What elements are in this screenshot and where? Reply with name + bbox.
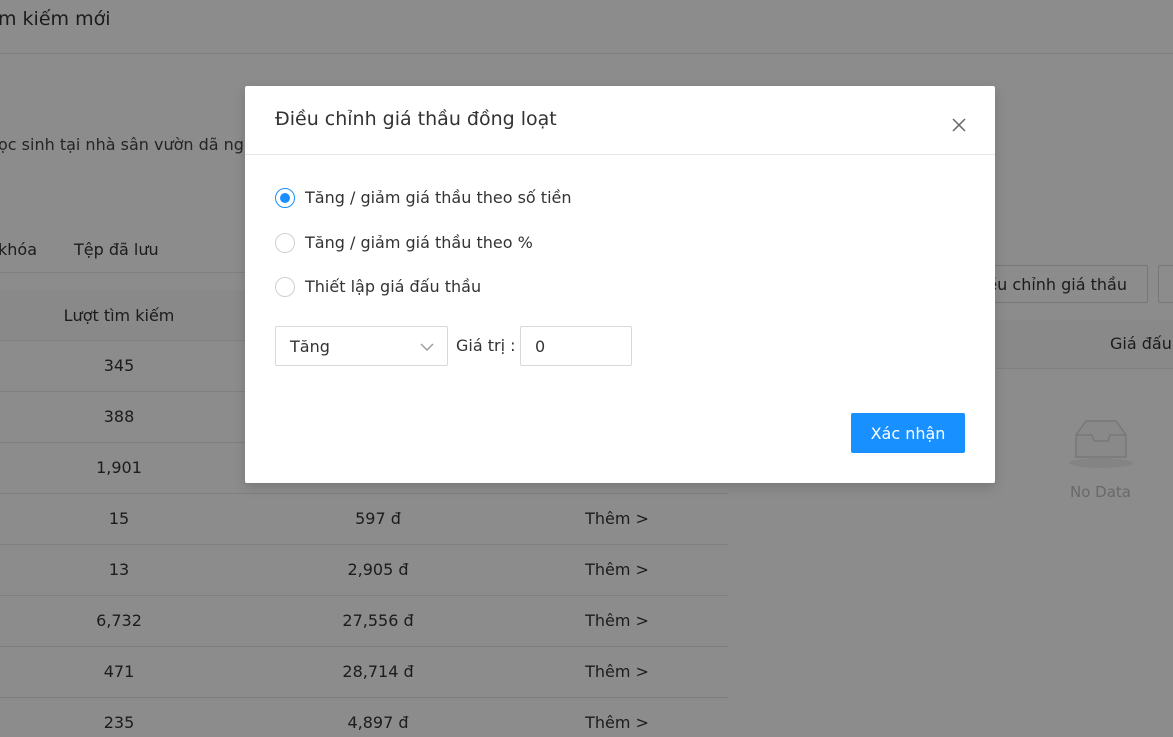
modal-title: Điều chỉnh giá thầu đồng loạt [275,108,557,130]
modal-header: Điều chỉnh giá thầu đồng loạt [245,86,995,155]
option-label: Tăng / giảm giá thầu theo % [305,233,533,252]
radio-button[interactable] [275,233,295,253]
close-icon[interactable] [948,114,970,136]
bulk-bid-adjust-modal: Điều chỉnh giá thầu đồng loạt Tăng / giả… [245,86,995,483]
value-input[interactable] [520,326,632,366]
confirm-button[interactable]: Xác nhận [851,413,965,453]
radio-button[interactable] [275,277,295,297]
value-label: Giá trị : [456,336,516,355]
direction-select[interactable]: Tăng [275,326,448,366]
chevron-down-icon [420,343,434,351]
option-label: Thiết lập giá đấu thầu [305,277,482,296]
option-label: Tăng / giảm giá thầu theo số tiền [305,188,572,207]
select-value: Tăng [290,337,330,356]
radio-button[interactable] [275,188,295,208]
